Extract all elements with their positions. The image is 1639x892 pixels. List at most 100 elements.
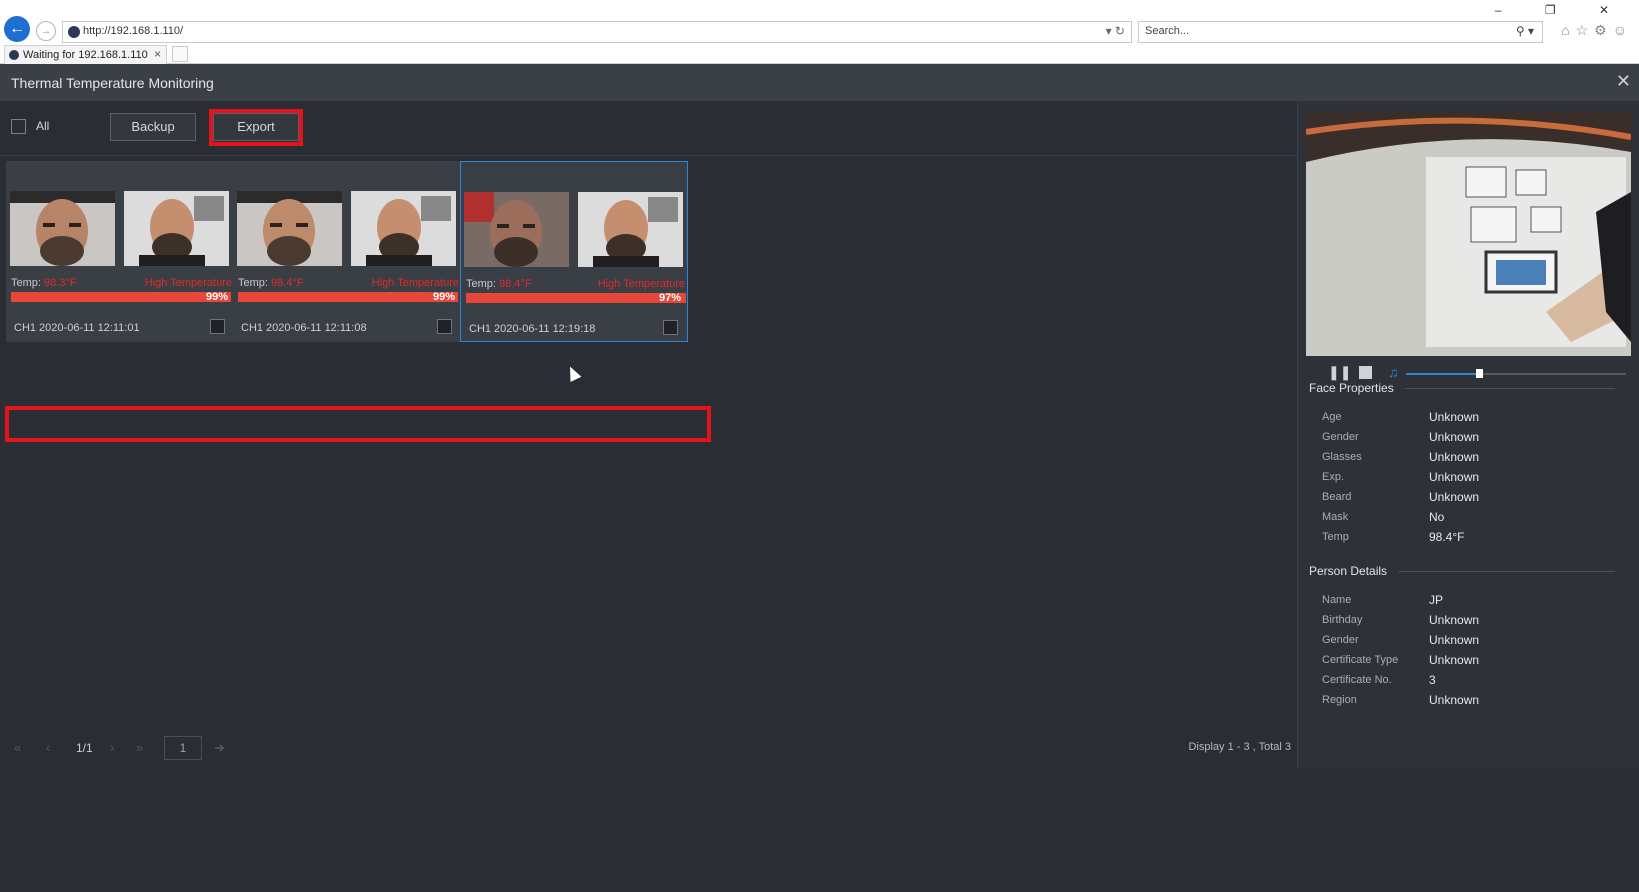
- similarity-bar: [238, 292, 458, 302]
- playback-video[interactable]: [1306, 112, 1631, 356]
- browser-toolbar-icons[interactable]: ⌂☆⚙☺: [1561, 22, 1633, 39]
- face-property-value: Unknown: [1429, 490, 1480, 504]
- face-property-value: Unknown: [1429, 410, 1480, 424]
- face-reference-image: [578, 192, 683, 267]
- select-all-label: All: [36, 119, 50, 133]
- prev-page-icon[interactable]: ‹: [46, 740, 50, 755]
- face-property-value: Unknown: [1429, 450, 1480, 464]
- person-details-title: Person Details: [1309, 564, 1388, 578]
- back-arrow-icon[interactable]: ←: [4, 16, 30, 42]
- forward-arrow-icon[interactable]: →: [36, 21, 56, 41]
- backup-button[interactable]: Backup: [110, 113, 196, 141]
- temperature-readout: Temp: 98.4°F: [466, 278, 532, 290]
- face-property-label: Temp: [1322, 531, 1349, 543]
- person-detail-value: Unknown: [1429, 633, 1480, 647]
- person-detail-label: Name: [1322, 594, 1352, 606]
- face-property-value: 98.4°F: [1429, 530, 1465, 544]
- go-page-icon[interactable]: ➜: [214, 740, 225, 756]
- similarity-percent: 97%: [658, 292, 681, 304]
- page-number-input[interactable]: 1: [164, 736, 202, 760]
- tab-label: Waiting for 192.168.1.110: [23, 49, 148, 61]
- first-page-icon[interactable]: «: [14, 740, 21, 755]
- next-page-icon[interactable]: ›: [110, 740, 114, 755]
- person-detail-label: Gender: [1322, 634, 1359, 646]
- last-page-icon[interactable]: »: [136, 740, 143, 755]
- snapshot-checkbox[interactable]: [663, 320, 678, 335]
- face-properties-title: Face Properties: [1309, 381, 1394, 395]
- similarity-bar: [11, 292, 231, 302]
- browser-chrome: ← → http://192.168.1.110/ ▾ ↻ Search... …: [0, 0, 1639, 64]
- results-panel: All Backup Export Temp: 98.3°F High Temp…: [0, 101, 1297, 892]
- window-controls[interactable]: – ❐ ✕: [1495, 3, 1629, 17]
- page-indicator: 1/1: [76, 741, 93, 755]
- site-icon: [68, 26, 80, 38]
- snapshot-caption: CH1 2020-06-11 12:11:01: [14, 322, 140, 334]
- volume-slider-handle[interactable]: [1475, 369, 1483, 378]
- person-detail-value: Unknown: [1429, 653, 1480, 667]
- display-count: Display 1 - 3 , Total 3: [1188, 741, 1291, 753]
- person-detail-value: 3: [1429, 673, 1436, 687]
- refresh-icon[interactable]: ▾ ↻: [1106, 24, 1125, 38]
- stop-icon[interactable]: [1359, 366, 1372, 379]
- face-snapshot-image: [464, 192, 569, 267]
- person-detail-label: Birthday: [1322, 614, 1363, 626]
- face-property-label: Glasses: [1322, 451, 1362, 463]
- section-divider: [1398, 571, 1615, 572]
- address-bar[interactable]: http://192.168.1.110/ ▾ ↻: [62, 21, 1132, 43]
- app-header: Thermal Temperature Monitoring ✕: [0, 64, 1639, 101]
- similarity-percent: 99%: [432, 291, 455, 303]
- pause-icon[interactable]: ❚❚: [1328, 364, 1351, 381]
- volume-icon[interactable]: ♫: [1388, 364, 1399, 380]
- browser-search-input[interactable]: Search... ⚲ ▾: [1138, 21, 1543, 43]
- section-divider: [1405, 388, 1615, 389]
- volume-slider[interactable]: [1406, 369, 1626, 378]
- person-detail-label: Certificate Type: [1322, 654, 1399, 666]
- volume-slider-fill: [1406, 373, 1479, 375]
- snapshot-card[interactable]: Temp: 98.3°F High Temperature 99% CH1 20…: [6, 161, 234, 342]
- face-property-label: Mask: [1322, 511, 1349, 523]
- action-bar: All Backup Export: [0, 101, 1297, 156]
- snapshot-card-selected[interactable]: Temp: 98.4°F High Temperature 97% CH1 20…: [460, 161, 688, 342]
- high-temperature-alert: High Temperature: [371, 277, 459, 289]
- export-highlight-box: [209, 109, 303, 146]
- face-snapshot-image: [10, 191, 115, 266]
- face-reference-image: [351, 191, 456, 266]
- high-temperature-alert: High Temperature: [597, 278, 685, 290]
- high-temperature-alert: High Temperature: [144, 277, 232, 289]
- select-all-checkbox[interactable]: [11, 119, 26, 134]
- face-reference-image: [124, 191, 229, 266]
- search-icon[interactable]: ⚲ ▾: [1516, 24, 1534, 38]
- temperature-readout: Temp: 98.3°F: [11, 277, 77, 289]
- face-property-label: Gender: [1322, 431, 1359, 443]
- person-detail-value: Unknown: [1429, 613, 1480, 627]
- address-url[interactable]: http://192.168.1.110/: [83, 25, 183, 37]
- face-property-label: Beard: [1322, 491, 1352, 503]
- tab-close-icon[interactable]: ×: [154, 47, 161, 61]
- person-detail-value: JP: [1429, 593, 1444, 607]
- page-title: Thermal Temperature Monitoring: [11, 75, 214, 91]
- snapshot-caption: CH1 2020-06-11 12:19:18: [469, 323, 596, 335]
- tab-favicon-icon: [9, 50, 19, 60]
- person-detail-label: Certificate No.: [1322, 674, 1392, 686]
- face-property-value: No: [1429, 510, 1445, 524]
- search-placeholder: Search...: [1145, 25, 1190, 37]
- details-panel: ❚❚ ♫ Face Properties Age Unknown Gender Unk…: [1297, 101, 1639, 768]
- close-icon[interactable]: ✕: [1616, 71, 1631, 92]
- snapshot-card[interactable]: Temp: 98.4°F High Temperature 99% CH1 20…: [233, 161, 461, 342]
- face-property-value: Unknown: [1429, 430, 1480, 444]
- browser-tab[interactable]: Waiting for 192.168.1.110 ×: [4, 45, 167, 64]
- face-snapshot-image: [237, 191, 342, 266]
- similarity-percent: 99%: [205, 291, 228, 303]
- temperature-readout: Temp: 98.4°F: [238, 277, 304, 289]
- person-detail-value: Unknown: [1429, 693, 1480, 707]
- snapshot-checkbox[interactable]: [210, 319, 225, 334]
- face-property-value: Unknown: [1429, 470, 1480, 484]
- person-detail-label: Region: [1322, 694, 1357, 706]
- new-tab-button[interactable]: [172, 46, 188, 62]
- caption-row-highlight-box: [5, 406, 711, 442]
- face-property-label: Age: [1322, 411, 1342, 423]
- face-property-label: Exp.: [1322, 471, 1345, 483]
- mouse-cursor-icon: [564, 364, 582, 382]
- snapshot-checkbox[interactable]: [437, 319, 452, 334]
- similarity-bar: [466, 293, 686, 303]
